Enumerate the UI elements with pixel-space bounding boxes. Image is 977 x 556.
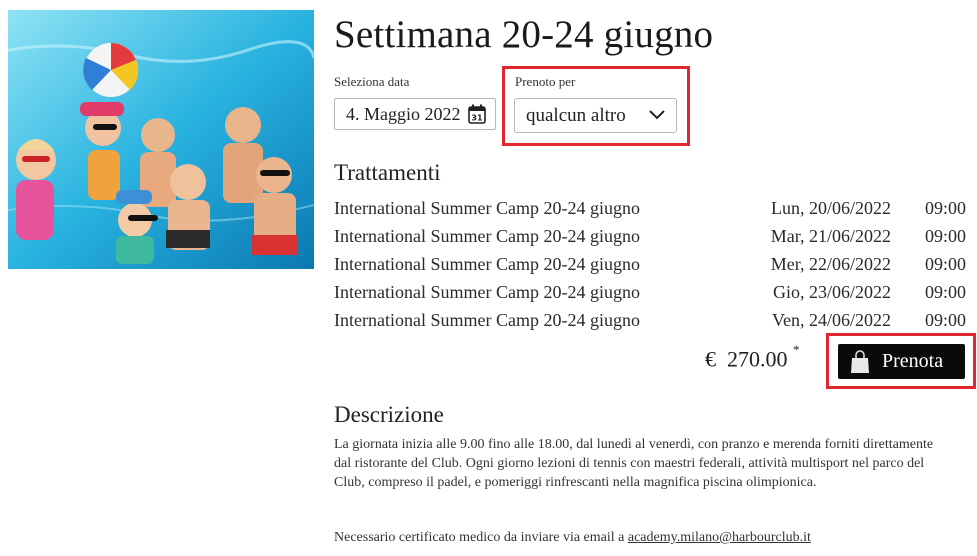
treatments-heading: Trattamenti <box>334 160 441 185</box>
treatment-row: International Summer Camp 20-24 giugno L… <box>334 198 966 226</box>
treatment-row: International Summer Camp 20-24 giugno M… <box>334 254 966 282</box>
date-label: Seleziona data <box>334 74 410 89</box>
book-button-label: Prenota <box>882 350 944 372</box>
price-amount: 270.00 <box>727 346 788 372</box>
treatment-row: International Summer Camp 20-24 giugno G… <box>334 282 966 310</box>
treatment-date: Ven, 24/06/2022 <box>772 310 891 330</box>
chevron-down-icon <box>649 110 665 120</box>
treatment-date: Mar, 21/06/2022 <box>770 226 891 246</box>
email-link[interactable]: academy.milano@harbourclub.it <box>628 530 811 545</box>
treatment-time: 09:00 <box>924 198 966 218</box>
price-asterisk: * <box>793 342 800 357</box>
treatment-time: 09:00 <box>924 310 966 330</box>
book-button[interactable]: Prenota <box>838 344 965 379</box>
treatment-date: Lun, 20/06/2022 <box>771 198 891 218</box>
treatment-name: International Summer Camp 20-24 giugno <box>334 254 640 274</box>
treatment-date: Gio, 23/06/2022 <box>772 282 891 302</box>
treatment-date: Mer, 22/06/2022 <box>770 254 891 274</box>
shopping-bag-icon <box>851 349 869 373</box>
page-title: Settimana 20-24 giugno <box>334 13 714 56</box>
description-text: La giornata inizia alle 9.00 fino alle 1… <box>334 437 934 490</box>
treatment-name: International Summer Camp 20-24 giugno <box>334 282 640 302</box>
pool-children-image <box>8 10 314 269</box>
svg-text:31: 31 <box>471 114 483 123</box>
booked-for-value: qualcun altro <box>526 104 626 126</box>
booked-for-select[interactable]: qualcun altro <box>514 98 677 133</box>
treatment-row: International Summer Camp 20-24 giugno M… <box>334 226 966 254</box>
booked-for-label: Prenoto per <box>515 74 576 89</box>
description-heading: Descrizione <box>334 402 444 427</box>
treatment-name: International Summer Camp 20-24 giugno <box>334 198 640 218</box>
certificate-text: Necessario certificato medico da inviare… <box>334 530 625 545</box>
hero-photo <box>8 10 314 269</box>
treatment-time: 09:00 <box>924 282 966 302</box>
date-value: 4. Maggio 2022 <box>346 103 461 124</box>
date-picker-field[interactable]: 4. Maggio 2022 31 <box>334 98 496 130</box>
certificate-note: Necessario certificato medico da inviare… <box>334 530 811 546</box>
price: € 270.00 * <box>705 342 800 372</box>
treatment-time: 09:00 <box>924 254 966 274</box>
price-currency: € <box>705 346 716 372</box>
treatment-name: International Summer Camp 20-24 giugno <box>334 226 640 246</box>
calendar-icon[interactable]: 31 <box>468 104 486 124</box>
treatment-time: 09:00 <box>924 226 966 246</box>
treatment-name: International Summer Camp 20-24 giugno <box>334 310 640 330</box>
